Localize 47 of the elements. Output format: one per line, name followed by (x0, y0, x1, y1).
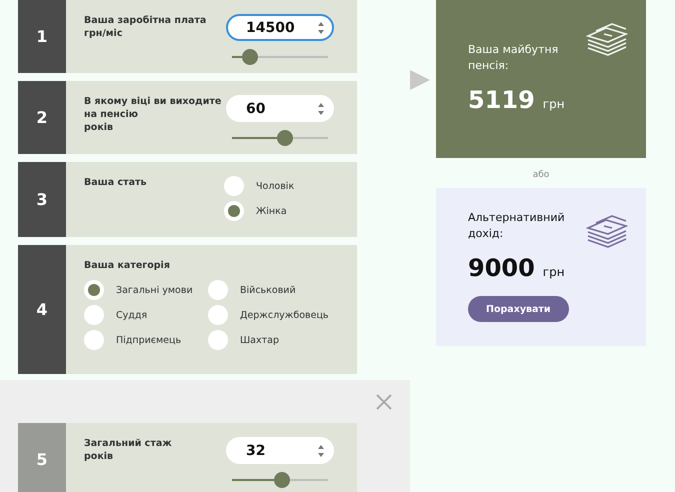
money-stack-icon (586, 214, 628, 248)
radio-button[interactable] (224, 201, 244, 221)
slider-thumb[interactable] (276, 130, 293, 146)
slider-thumb[interactable] (274, 472, 290, 488)
radio-button[interactable] (208, 305, 228, 325)
close-icon[interactable] (376, 394, 392, 410)
spinner-arrows-icon[interactable] (318, 102, 324, 114)
alternative-label: Альтернативний дохід: (468, 210, 566, 242)
step-number: 5 (18, 423, 66, 492)
radio-button[interactable] (208, 280, 228, 300)
radio-button[interactable] (224, 176, 244, 196)
radio-button[interactable] (84, 280, 104, 300)
spinner-arrows-icon[interactable] (318, 444, 324, 456)
step-number: 4 (18, 245, 66, 374)
pension-amount: 5119 (468, 86, 535, 114)
radio-option[interactable]: Загальні умови (84, 280, 208, 300)
slider-thumb[interactable] (242, 49, 258, 65)
field-label: Загальний стаж років (84, 437, 173, 464)
calculate-button[interactable]: Порахувати (468, 296, 569, 322)
radio-option[interactable]: Держслужбовець (208, 305, 332, 325)
radio-option[interactable]: Жінка (224, 201, 354, 221)
step-number: 1 (18, 0, 66, 73)
step-number: 2 (18, 81, 66, 154)
radio-option[interactable]: Чоловік (224, 176, 354, 196)
money-stack-icon (586, 22, 628, 56)
radio-button[interactable] (208, 330, 228, 350)
step-number: 3 (18, 162, 66, 237)
number-field[interactable]: 32 (226, 437, 334, 464)
currency-unit: грн (542, 265, 565, 279)
field-label: В якому віці ви виходите на пенсію років (84, 95, 222, 135)
radio-button[interactable] (84, 330, 104, 350)
result-label: Ваша майбутня пенсія: (468, 42, 560, 74)
radio-option[interactable]: Підприємець (84, 330, 208, 350)
radio-option[interactable]: Шахтар (208, 330, 332, 350)
number-field[interactable]: 14500 (226, 14, 334, 41)
number-field[interactable]: 60 (226, 95, 334, 122)
radio-button[interactable] (84, 305, 104, 325)
separator-text: або (532, 169, 550, 182)
alternative-amount: 9000 (468, 254, 535, 282)
radio-option[interactable]: Суддя (84, 305, 208, 325)
radio-option[interactable]: Військовий (208, 280, 332, 300)
field-label: Ваша заробітна плата грн/міс (84, 14, 208, 41)
field-label: Ваша стать (84, 176, 148, 190)
field-label: Ваша категорія (84, 259, 171, 272)
spinner-arrows-icon[interactable] (318, 22, 324, 34)
currency-unit: грн (542, 97, 565, 111)
play-arrow-icon (410, 70, 430, 90)
